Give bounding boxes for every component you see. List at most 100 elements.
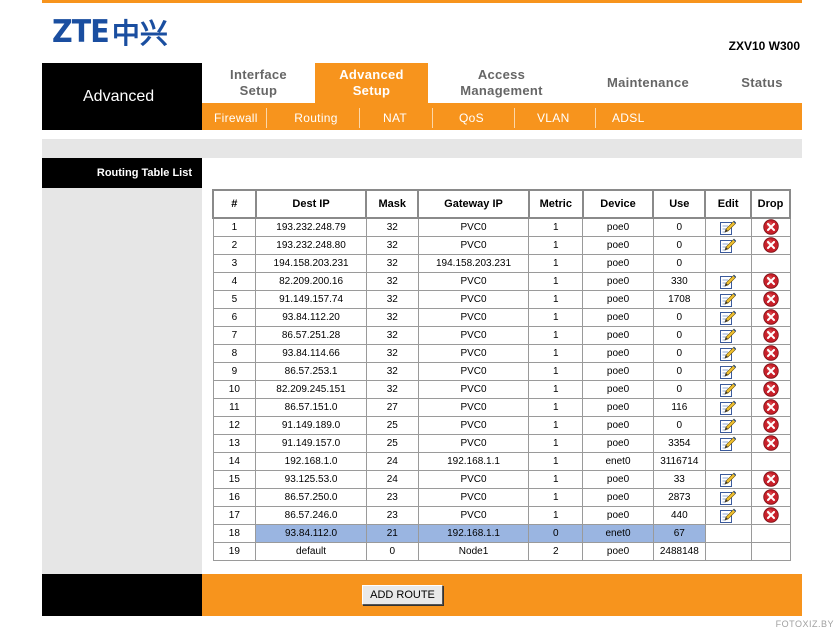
- mask-cell: 24: [365, 469, 419, 489]
- delete-x-icon[interactable]: [762, 345, 779, 361]
- device-cell: poe0: [582, 325, 654, 345]
- drop-cell: [750, 253, 791, 273]
- subnav-qos[interactable]: QoS: [459, 111, 484, 125]
- delete-x-icon[interactable]: [762, 381, 779, 397]
- nav-access-management[interactable]: Access Management: [445, 63, 558, 103]
- metric-cell: 1: [528, 235, 584, 255]
- metric-cell: 1: [528, 379, 584, 399]
- edit-cell: [704, 217, 752, 237]
- drop-cell: [750, 361, 791, 381]
- gateway-ip-cell: PVC0: [417, 361, 530, 381]
- nav-interface-setup[interactable]: Interface Setup: [202, 63, 315, 103]
- metric-cell: 1: [528, 361, 584, 381]
- edit-pencil-icon[interactable]: [720, 436, 737, 451]
- col-header-use: Use: [652, 189, 707, 219]
- edit-pencil-icon[interactable]: [720, 238, 737, 253]
- dest-ip-cell: 91.149.157.74: [255, 289, 367, 309]
- edit-pencil-icon[interactable]: [720, 310, 737, 325]
- edit-pencil-icon[interactable]: [720, 364, 737, 379]
- table-row: 6 93.84.112.20 32 PVC0 1 poe0 0: [212, 307, 791, 327]
- metric-cell: 1: [528, 253, 584, 273]
- table-row: 14 192.168.1.0 24 192.168.1.1 1 enet0 3116714: [212, 451, 791, 471]
- gateway-ip-cell: PVC0: [417, 379, 530, 399]
- metric-cell: 1: [528, 307, 584, 327]
- delete-x-icon[interactable]: [762, 417, 779, 433]
- table-row: 9 86.57.253.1 32 PVC0 1 poe0 0: [212, 361, 791, 381]
- edit-pencil-icon[interactable]: [720, 274, 737, 289]
- subnav-separator: [595, 108, 596, 128]
- col-header-drop: Drop: [750, 189, 791, 219]
- edit-pencil-icon[interactable]: [720, 346, 737, 361]
- delete-x-icon[interactable]: [762, 327, 779, 343]
- metric-cell: 1: [528, 217, 584, 237]
- use-cell: 67: [652, 523, 706, 543]
- dest-ip-cell: 86.57.151.0: [255, 397, 367, 417]
- table-row: 2 193.232.248.80 32 PVC0 1 poe0 0: [212, 235, 791, 255]
- delete-x-icon[interactable]: [762, 507, 779, 523]
- edit-pencil-icon[interactable]: [720, 400, 737, 415]
- add-route-button[interactable]: ADD ROUTE: [362, 585, 443, 605]
- route-number-cell: 1: [212, 217, 257, 237]
- edit-pencil-icon[interactable]: [720, 328, 737, 343]
- delete-x-icon[interactable]: [762, 435, 779, 451]
- subnav-firewall[interactable]: Firewall: [214, 111, 258, 125]
- drop-cell: [750, 271, 791, 291]
- edit-pencil-icon[interactable]: [720, 382, 737, 397]
- zte-logo: ZTE 中兴: [52, 12, 168, 52]
- delete-x-icon[interactable]: [762, 237, 779, 253]
- col-header-mask: Mask: [365, 189, 420, 219]
- logo-latin: ZTE: [52, 14, 110, 50]
- delete-x-icon[interactable]: [762, 219, 779, 235]
- use-cell: 0: [652, 217, 706, 237]
- route-number-cell: 2: [212, 235, 257, 255]
- drop-cell: [750, 541, 791, 561]
- delete-x-icon[interactable]: [762, 489, 779, 505]
- nav-advanced-setup[interactable]: Advanced Setup: [315, 63, 428, 103]
- subnav-routing[interactable]: Routing: [275, 111, 357, 125]
- metric-cell: 1: [528, 469, 584, 489]
- table-row: 13 91.149.157.0 25 PVC0 1 poe0 3354: [212, 433, 791, 453]
- dest-ip-cell: 86.57.253.1: [255, 361, 367, 381]
- mask-cell: 32: [365, 361, 419, 381]
- device-cell: poe0: [582, 415, 654, 435]
- delete-x-icon[interactable]: [762, 399, 779, 415]
- edit-pencil-icon[interactable]: [720, 508, 737, 523]
- drop-cell: [750, 487, 791, 507]
- subnav-separator: [359, 108, 360, 128]
- edit-cell: [704, 487, 752, 507]
- mask-cell: 23: [365, 505, 419, 525]
- delete-x-icon[interactable]: [762, 471, 779, 487]
- metric-cell: 1: [528, 289, 584, 309]
- subnav-adsl[interactable]: ADSL: [612, 111, 645, 125]
- subnav-vlan[interactable]: VLAN: [537, 111, 570, 125]
- edit-pencil-icon[interactable]: [720, 418, 737, 433]
- use-cell: 0: [652, 379, 706, 399]
- main-nav: Interface Setup Advanced Setup Access Manag…: [202, 63, 802, 103]
- gateway-ip-cell: PVC0: [417, 469, 530, 489]
- subnav-nat[interactable]: NAT: [383, 111, 407, 125]
- dest-ip-cell: 93.84.112.20: [255, 307, 367, 327]
- edit-pencil-icon[interactable]: [720, 490, 737, 505]
- delete-x-icon[interactable]: [762, 309, 779, 325]
- device-cell: poe0: [582, 343, 654, 363]
- mask-cell: 32: [365, 343, 419, 363]
- delete-x-icon[interactable]: [762, 363, 779, 379]
- logo-chinese: 中兴: [111, 17, 168, 50]
- use-cell: 330: [652, 271, 706, 291]
- col-header-gateway-ip: Gateway IP: [417, 189, 530, 219]
- delete-x-icon[interactable]: [762, 273, 779, 289]
- edit-pencil-icon[interactable]: [720, 292, 737, 307]
- edit-pencil-icon[interactable]: [720, 220, 737, 235]
- device-cell: poe0: [582, 361, 654, 381]
- edit-pencil-icon[interactable]: [720, 472, 737, 487]
- dest-ip-cell: 91.149.189.0: [255, 415, 367, 435]
- drop-cell: [750, 451, 791, 471]
- mask-cell: 32: [365, 325, 419, 345]
- dest-ip-cell: 86.57.251.28: [255, 325, 367, 345]
- table-row: 5 91.149.157.74 32 PVC0 1 poe0 1708: [212, 289, 791, 309]
- table-row: 10 82.209.245.151 32 PVC0 1 poe0 0: [212, 379, 791, 399]
- nav-status[interactable]: Status: [732, 63, 792, 103]
- delete-x-icon[interactable]: [762, 291, 779, 307]
- nav-maintenance[interactable]: Maintenance: [582, 63, 714, 103]
- use-cell: 0: [652, 253, 706, 273]
